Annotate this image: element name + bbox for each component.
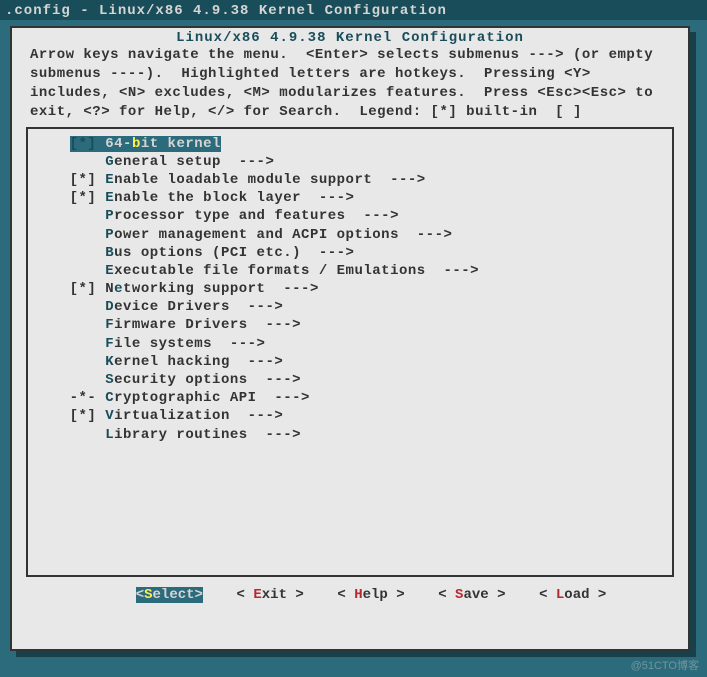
menu-item-13[interactable]: Security options ---> [34,371,666,389]
menu-item-4[interactable]: Processor type and features ---> [34,207,666,225]
menu-item-3[interactable]: [*] Enable the block layer ---> [34,189,666,207]
menu-box: [*] 64-bit kernel General setup ---> [*]… [26,127,674,577]
main-area: Linux/x86 4.9.38 Kernel Configuration Ar… [0,20,707,675]
watermark: @51CTO博客 [631,657,699,673]
exit-button[interactable]: < Exit > [237,587,304,603]
save-button[interactable]: < Save > [438,587,505,603]
menu-item-1[interactable]: General setup ---> [34,153,666,171]
menu-item-7[interactable]: Executable file formats / Emulations ---… [34,262,666,280]
help-button[interactable]: < Help > [337,587,404,603]
dialog-title: Linux/x86 4.9.38 Kernel Configuration [12,28,688,46]
menu-item-8[interactable]: [*] Networking support ---> [34,280,666,298]
menu-item-9[interactable]: Device Drivers ---> [34,298,666,316]
select-button[interactable]: <Select> [136,587,203,603]
config-dialog: Linux/x86 4.9.38 Kernel Configuration Ar… [10,26,690,651]
button-bar: <Select> < Exit > < Help > < Save > < Lo… [12,585,688,613]
menu-item-10[interactable]: Firmware Drivers ---> [34,316,666,334]
button-row: <Select> < Exit > < Help > < Save > < Lo… [12,587,688,603]
menu-item-5[interactable]: Power management and ACPI options ---> [34,226,666,244]
window-titlebar: .config - Linux/x86 4.9.38 Kernel Config… [0,0,707,20]
load-button[interactable]: < Load > [539,587,606,603]
menu-item-12[interactable]: Kernel hacking ---> [34,353,666,371]
menu-item-6[interactable]: Bus options (PCI etc.) ---> [34,244,666,262]
menu-item-11[interactable]: File systems ---> [34,335,666,353]
menu-item-15[interactable]: [*] Virtualization ---> [34,407,666,425]
menu-item-0[interactable]: [*] 64-bit kernel [34,135,666,153]
menu-list: [*] 64-bit kernel General setup ---> [*]… [34,135,666,444]
help-text: Arrow keys navigate the menu. <Enter> se… [12,46,688,125]
menu-item-16[interactable]: Library routines ---> [34,426,666,444]
menu-item-2[interactable]: [*] Enable loadable module support ---> [34,171,666,189]
menu-item-14[interactable]: -*- Cryptographic API ---> [34,389,666,407]
